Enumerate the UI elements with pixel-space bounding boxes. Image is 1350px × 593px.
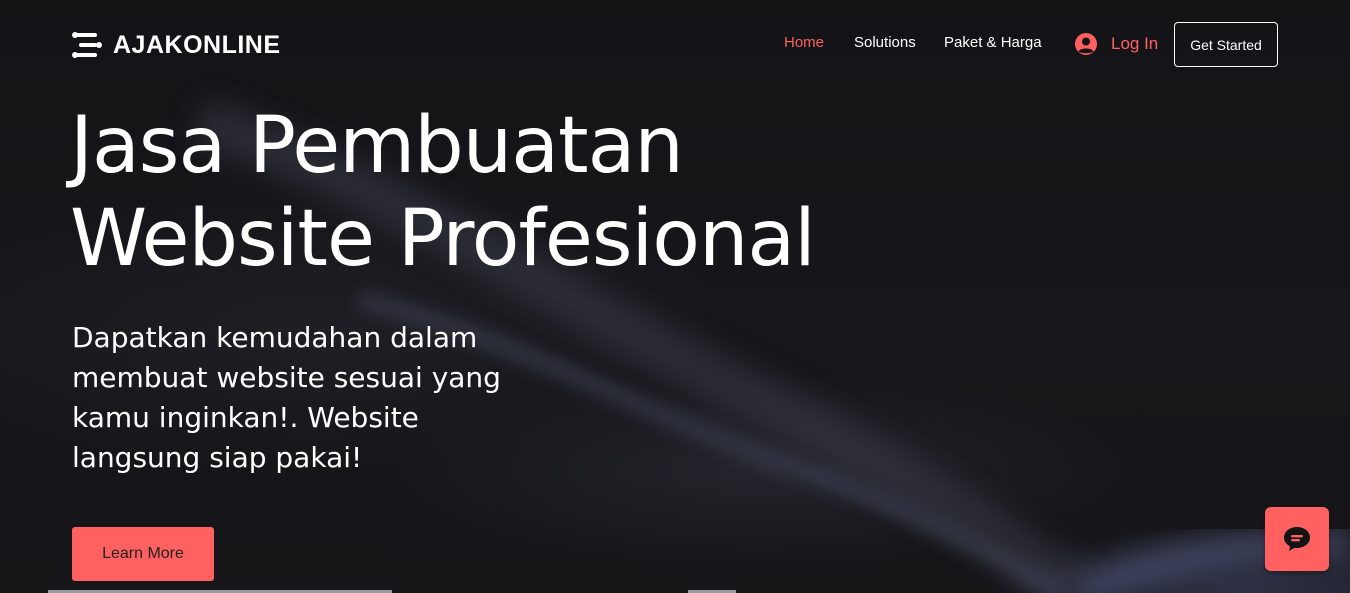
hero-title-line-2: Website Profesional [70,194,816,284]
get-started-button[interactable]: Get Started [1174,22,1278,67]
nav-home[interactable]: Home [784,34,824,51]
learn-more-button[interactable]: Learn More [72,527,214,581]
user-avatar-icon [1075,33,1097,55]
nav-solutions[interactable]: Solutions [854,34,916,51]
login-label: Log In [1111,34,1159,53]
chat-button[interactable] [1265,507,1329,571]
hero-title: Jasa Pembuatan Website Profesional [70,100,816,286]
hero-title-line-1: Jasa Pembuatan [70,101,684,191]
page: AJAKONLINE Home Solutions Paket & Harga … [0,0,1350,593]
nav-paket-harga[interactable]: Paket & Harga [944,34,1042,51]
chat-bubble-icon [1284,527,1310,551]
login-link[interactable]: Log In [1074,32,1158,56]
site-header: AJAKONLINE Home Solutions Paket & Harga … [0,0,1350,90]
hero-subtitle: Dapatkan kemudahan dalam membuat website… [72,321,501,474]
